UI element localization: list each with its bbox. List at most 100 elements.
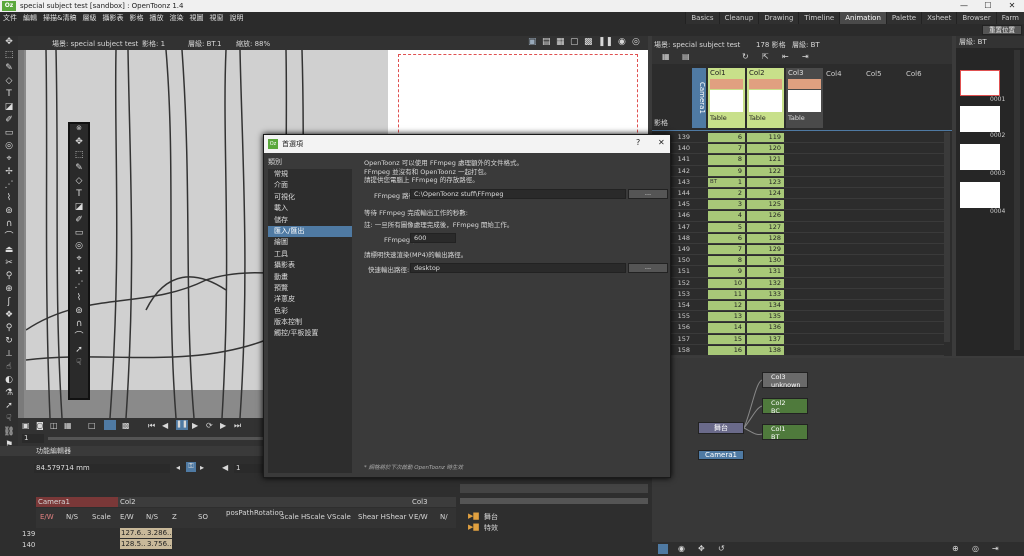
maximize-button[interactable]: ☐ [976, 0, 1000, 12]
category-animation[interactable]: 動畫 [268, 272, 352, 283]
xsheet-row[interactable]: 155 13 135 [652, 311, 944, 323]
category-colors[interactable]: 色彩 [268, 306, 352, 317]
cell-col1[interactable]: 6 [708, 133, 745, 143]
ffmpeg-path-field[interactable]: C:\OpenToonz stuff\FFmpeg [410, 189, 626, 199]
node-col1[interactable]: Col1 BT [762, 424, 808, 441]
freeze-icon[interactable]: ❚❚ [598, 37, 613, 47]
strip-scrollbar[interactable] [1014, 50, 1020, 350]
func-cell[interactable]: 127.6... [120, 528, 148, 538]
cell-col2[interactable]: 131 [747, 267, 784, 277]
cell-col1[interactable]: 7 [708, 144, 745, 154]
cell-col1[interactable]: 13 [708, 312, 745, 322]
func-next-key-icon[interactable]: ▸ [200, 463, 204, 472]
room-drawing[interactable]: Drawing [758, 12, 799, 24]
column-header-col6[interactable]: Col6 [906, 70, 922, 78]
onion-icon[interactable]: ◎ [632, 37, 640, 47]
xsheet-row[interactable]: 157 15 137 [652, 334, 944, 345]
func-col[interactable]: Z [172, 513, 177, 521]
cell-col2[interactable]: 120 [747, 144, 784, 154]
menu-play[interactable]: 播放 [146, 12, 166, 24]
eraser-tool-icon[interactable]: ▭ [0, 127, 18, 140]
column-header-col1[interactable]: Col1 Table [708, 68, 745, 128]
node-camera[interactable]: Camera1 [698, 450, 744, 460]
func-key-icon[interactable]: ⚿ [186, 462, 196, 472]
cell-col1[interactable]: 15 [708, 334, 745, 344]
category-touch-tablet[interactable]: 觸控/平板設置 [268, 328, 352, 339]
next-frame-icon[interactable]: ▶ [220, 421, 226, 430]
cell-col2[interactable]: 121 [747, 155, 784, 165]
cell-col2[interactable]: 127 [747, 222, 784, 232]
func-cell[interactable]: 128.5... [120, 539, 148, 549]
cell-col2[interactable]: 122 [747, 166, 784, 176]
save-icon[interactable]: ▣ [22, 421, 30, 430]
func-col[interactable]: Rotation [254, 509, 283, 517]
checker-icon[interactable]: ▦ [64, 421, 72, 430]
menu-file[interactable]: 文件 [0, 12, 20, 24]
cutter-tool-icon[interactable]: ✂ [0, 257, 18, 270]
palette-paint-icon[interactable]: ✐ [70, 214, 88, 227]
func-col[interactable]: E/W [40, 513, 54, 521]
bg-white-icon[interactable]: □ [88, 421, 96, 430]
category-xsheet[interactable]: 攝影表 [268, 260, 352, 271]
xsheet-row[interactable]: 140 7 120 [652, 143, 944, 155]
ffmpeg-browse-button[interactable]: ... [628, 189, 668, 199]
xsheet-row[interactable]: 139 6 119 [652, 132, 944, 144]
cell-col2[interactable]: 136 [747, 323, 784, 333]
func-col[interactable]: Scale [332, 513, 351, 521]
cell-col1[interactable]: 12 [708, 301, 745, 311]
palette-geometric-icon[interactable]: ◇ [70, 175, 88, 188]
func-col[interactable]: N/S [146, 513, 158, 521]
strip-frame[interactable] [960, 182, 1000, 208]
palette-select-icon[interactable]: ⬚ [70, 149, 88, 162]
new-level-icon[interactable]: ▤ [682, 52, 690, 61]
help-button[interactable]: ? [636, 138, 640, 147]
palette-pinch-icon[interactable]: ⌇ [70, 292, 88, 305]
cell-col2[interactable]: 135 [747, 312, 784, 322]
focus-icon[interactable]: ✥ [698, 544, 705, 553]
menu-cells[interactable]: 影格 [126, 12, 146, 24]
palette-fill-icon[interactable]: ◪ [70, 201, 88, 214]
cell-col1[interactable]: 5 [708, 222, 745, 232]
menu-edit[interactable]: 編輯 [20, 12, 40, 24]
fast-render-browse-button[interactable]: ... [628, 263, 668, 273]
category-preview[interactable]: 預覽 [268, 283, 352, 294]
blender-tool-icon[interactable]: ◐ [0, 374, 18, 387]
brush-tool-icon[interactable]: ✎ [0, 62, 18, 75]
menu-scan[interactable]: 掃描&清稿 [40, 12, 79, 24]
cell-col2[interactable]: 125 [747, 200, 784, 210]
category-loading[interactable]: 載入 [268, 203, 352, 214]
category-onion-skin[interactable]: 洋蔥皮 [268, 294, 352, 305]
menu-render[interactable]: 渲染 [166, 12, 186, 24]
node-col2[interactable]: Col2 BC [762, 398, 808, 415]
category-general[interactable]: 常規 [268, 169, 352, 180]
cell-col1[interactable]: 9 [708, 267, 745, 277]
cell-col2[interactable]: 134 [747, 301, 784, 311]
cell-col1[interactable]: 8 [708, 256, 745, 266]
palette-rgb-icon[interactable]: ✢ [70, 266, 88, 279]
strip-frame[interactable] [960, 144, 1000, 170]
xsheet-row[interactable]: 156 14 136 [652, 322, 944, 334]
type-tool-icon[interactable]: T [0, 88, 18, 101]
xsheet-row[interactable]: 145 3 125 [652, 199, 944, 211]
preview-icon[interactable]: ▣ [528, 37, 537, 47]
xsheet-row[interactable]: 144 2 124 [652, 188, 944, 200]
func-group-camera[interactable]: Camera1 [36, 497, 118, 507]
next-key-icon[interactable]: ⇥ [802, 52, 809, 61]
palette-type-icon[interactable]: T [70, 188, 88, 201]
dialog-close-icon[interactable]: ✕ [658, 138, 665, 147]
plastic-tool-icon[interactable]: ❖ [0, 309, 18, 322]
xsheet-row[interactable]: 158 16 138 [652, 345, 944, 356]
palette-animate-icon[interactable]: ✥ [70, 136, 88, 149]
cell-col1[interactable]: 14 [708, 323, 745, 333]
prev-key-icon[interactable]: ⇤ [782, 52, 789, 61]
func-col[interactable]: Shear V [386, 513, 413, 521]
strip-frame[interactable] [960, 70, 1000, 96]
hand-tool-icon[interactable]: ☟ [0, 413, 18, 426]
camera-icon[interactable]: ◙ [36, 421, 44, 430]
tracker-tool-icon[interactable]: ⊕ [0, 283, 18, 296]
bender-tool-icon[interactable]: ⌒ [0, 231, 18, 244]
func-cell[interactable]: 3.756... [146, 539, 174, 549]
finger-tool-icon[interactable]: ☝ [0, 361, 18, 374]
table-icon[interactable]: ▦ [662, 52, 670, 61]
xsheet-scrollbar[interactable] [944, 132, 950, 342]
